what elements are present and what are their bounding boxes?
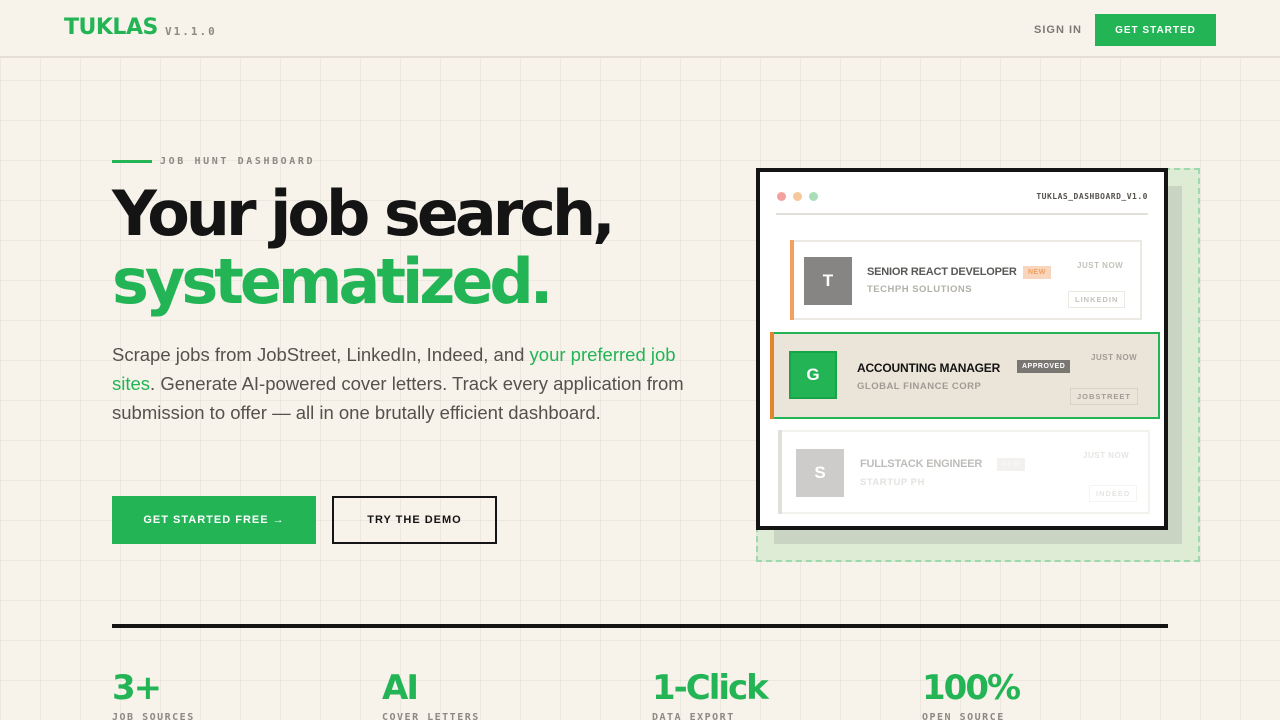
- get-started-button[interactable]: GET STARTED: [1095, 14, 1216, 46]
- eyebrow-label: JOB HUNT DASHBOARD: [160, 156, 316, 167]
- stat-value: 1-Click: [652, 668, 769, 708]
- stat-value: 3+: [112, 668, 162, 708]
- try-demo-button[interactable]: TRY THE DEMO: [332, 496, 497, 544]
- stat-label: COVER LETTERS: [382, 712, 480, 720]
- mockup-divider: [776, 213, 1148, 215]
- sign-in-link[interactable]: SIGN IN: [1034, 24, 1082, 36]
- eyebrow-accent-bar: [112, 160, 152, 163]
- company-avatar: S: [796, 449, 844, 497]
- description-pre: Scrape jobs from JobStreet, LinkedIn, In…: [112, 344, 530, 365]
- job-title: ACCOUNTING MANAGER: [857, 361, 1001, 375]
- stat-data-export: 1-Click DATA EXPORT: [652, 668, 769, 720]
- source-tag: INDEED: [1089, 485, 1138, 502]
- posted-time: JUST NOW: [1091, 353, 1138, 362]
- stat-value: 100%: [922, 668, 1021, 708]
- stat-label: JOB SOURCES: [112, 712, 195, 720]
- posted-time: JUST NOW: [1077, 261, 1124, 270]
- card-accent: [778, 430, 782, 514]
- version-label: V1.1.0: [165, 25, 217, 38]
- company-name: STARTUP PH: [860, 477, 925, 488]
- window-dot-green: [809, 192, 818, 201]
- dashboard-mockup: TUKLAS_DASHBOARD_V1.0 T SENIOR REACT DEV…: [756, 168, 1168, 530]
- top-nav: TUKLAS V1.1.0 SIGN IN GET STARTED: [0, 0, 1280, 58]
- hero-headline: Your job search, systematized.: [112, 177, 616, 318]
- stat-cover-letters: AI COVER LETTERS: [382, 668, 480, 720]
- stat-open-source: 100% OPEN SOURCE: [922, 668, 1021, 720]
- company-name: GLOBAL FINANCE CORP: [857, 381, 982, 392]
- card-accent: [790, 240, 794, 320]
- description-post: . Generate AI-powered cover letters. Tra…: [112, 373, 684, 423]
- posted-time: JUST NOW: [1083, 451, 1130, 460]
- stats-divider: [112, 624, 1168, 628]
- status-badge: NEW: [997, 458, 1025, 471]
- job-card[interactable]: T SENIOR REACT DEVELOPER NEW TECHPH SOLU…: [790, 240, 1142, 320]
- source-tag: JOBSTREET: [1070, 388, 1139, 405]
- headline-line-1: Your job search,: [112, 177, 616, 250]
- headline-line-2: systematized.: [112, 245, 553, 318]
- company-name: TECHPH SOLUTIONS: [867, 284, 973, 295]
- hero-description: Scrape jobs from JobStreet, LinkedIn, In…: [112, 340, 692, 427]
- mockup-window-title: TUKLAS_DASHBOARD_V1.0: [1036, 192, 1148, 201]
- status-badge: NEW: [1023, 266, 1051, 279]
- company-avatar: T: [804, 257, 852, 305]
- company-avatar: G: [789, 351, 837, 399]
- job-card[interactable]: G ACCOUNTING MANAGER APPROVED GLOBAL FIN…: [770, 332, 1160, 419]
- stat-value: AI: [382, 668, 419, 708]
- card-accent: [770, 332, 774, 419]
- job-title: SENIOR REACT DEVELOPER: [867, 266, 1017, 278]
- stat-label: DATA EXPORT: [652, 712, 735, 720]
- source-tag: LINKEDIN: [1068, 291, 1126, 308]
- window-dot-yellow: [793, 192, 802, 201]
- get-started-free-button[interactable]: GET STARTED FREE →: [112, 496, 316, 544]
- job-card[interactable]: S FULLSTACK ENGINEER NEW STARTUP PH JUST…: [778, 430, 1150, 514]
- stat-label: OPEN SOURCE: [922, 712, 1005, 720]
- status-badge: APPROVED: [1017, 360, 1071, 373]
- stat-job-sources: 3+ JOB SOURCES: [112, 668, 195, 720]
- logo[interactable]: TUKLAS: [64, 15, 158, 40]
- window-dot-red: [777, 192, 786, 201]
- job-title: FULLSTACK ENGINEER: [860, 458, 983, 470]
